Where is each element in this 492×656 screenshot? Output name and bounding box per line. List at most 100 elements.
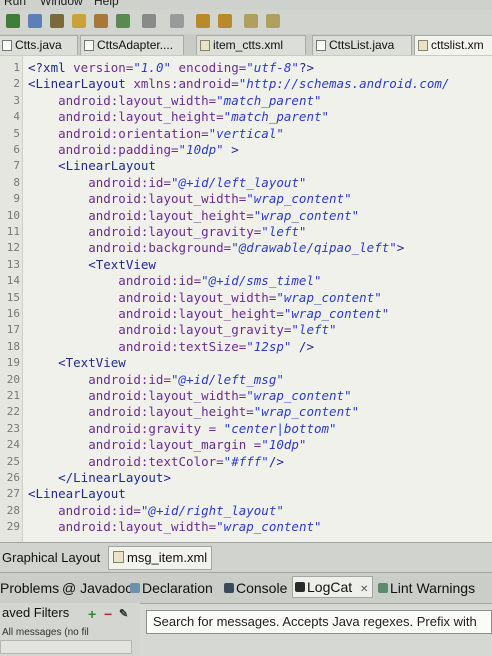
code-token: android:layout_gravity= — [28, 224, 262, 239]
tab-ctts-java[interactable]: Ctts.java — [0, 35, 78, 55]
code-token: "wrap_content" — [253, 207, 360, 223]
open-type-icon[interactable] — [94, 14, 108, 28]
prev-annotation-icon[interactable] — [218, 14, 232, 28]
code-token: "wrap_content" — [253, 404, 360, 420]
code-text: <LinearLayout xmlns:android="http://sche… — [28, 76, 449, 92]
code-token: > — [223, 142, 239, 157]
code-token: "left" — [261, 224, 307, 239]
code-text: <LinearLayout — [28, 158, 156, 174]
code-token: android:layout_height= — [28, 306, 284, 321]
debug-icon[interactable] — [28, 14, 42, 28]
edit-filter-icon[interactable]: ✎ — [119, 607, 128, 621]
filter-item-all-messages[interactable]: All messages (no fil — [2, 627, 89, 638]
code-token: "10dp" — [178, 142, 224, 157]
code-token: xmlns:android= — [133, 76, 239, 92]
remove-filter-icon[interactable]: − — [104, 607, 112, 621]
tab-item-ctts-xml[interactable]: item_ctts.xml — [196, 35, 306, 55]
external-tools-icon[interactable] — [50, 14, 64, 28]
code-token: android:layout_height= — [28, 207, 254, 223]
tab-console[interactable]: Console — [222, 578, 287, 598]
tab-lint-warnings[interactable]: Lint Warnings — [376, 578, 475, 598]
code-token: "@+id/left_msg" — [171, 371, 284, 387]
add-filter-icon[interactable]: + — [88, 607, 96, 621]
menu-run[interactable]: Run — [4, 0, 26, 8]
code-text: android:gravity = "center|bottom" — [28, 421, 336, 437]
code-token: "match_parent" — [216, 92, 322, 108]
lint-icon — [378, 583, 388, 593]
search-icon[interactable] — [142, 14, 156, 28]
tab-javadoc[interactable]: @ Javadoc — [48, 578, 132, 598]
code-token: "10dp" — [261, 437, 307, 453]
code-text: android:id="@+id/sms_timel" — [28, 273, 322, 289]
code-token: android:layout_width= — [28, 289, 277, 305]
xml-file-icon — [418, 40, 428, 51]
code-token: "@+id/sms_timel" — [201, 273, 322, 289]
next-annotation-icon[interactable] — [196, 14, 210, 28]
line-number: 20 — [6, 372, 20, 386]
code-text: android:orientation="vertical" — [28, 126, 284, 142]
code-text: <?xml version="1.0" encoding="utf-8"?> — [28, 60, 314, 76]
line-number: 4 — [13, 110, 20, 124]
menu-window[interactable]: Window — [40, 0, 83, 8]
code-text: android:layout_height="wrap_content" — [28, 306, 389, 322]
code-token: android:layout_margin = — [28, 437, 262, 453]
code-token: "wrap_content" — [246, 191, 352, 207]
code-text: android:layout_width="match_parent" — [28, 92, 322, 109]
code-editor[interactable]: 1 <?xml version="1.0" encoding="utf-8"?> 2… — [0, 56, 492, 542]
java-file-icon — [2, 40, 12, 51]
line-number: 12 — [6, 241, 20, 255]
code-token: "@drawable/qipao_left" — [231, 240, 397, 256]
close-icon[interactable]: ✕ — [360, 584, 368, 595]
code-token: <LinearLayout — [28, 76, 134, 92]
pin-icon[interactable] — [170, 14, 184, 28]
code-token: android:textSize= — [28, 338, 247, 354]
line-number: 25 — [6, 454, 20, 468]
tab-logcat[interactable]: LogCat ✕ — [292, 576, 374, 598]
code-token: android:layout_height= — [28, 109, 224, 125]
code-token: android:layout_width= — [28, 92, 217, 108]
tab-xml-source[interactable]: msg_item.xml — [108, 546, 213, 570]
tab-cttslist-java[interactable]: CttsList.java — [312, 35, 412, 55]
code-token: "12sp" — [246, 338, 292, 354]
open-folder-icon[interactable] — [72, 14, 86, 28]
line-number: 17 — [6, 323, 20, 337]
forward-icon[interactable] — [266, 14, 280, 28]
code-token: android:layout_height= — [28, 404, 254, 420]
back-icon[interactable] — [244, 14, 258, 28]
tab-cttsadapter-java[interactable]: CttsAdapter.... — [80, 35, 184, 55]
code-text: <TextView — [28, 355, 126, 371]
code-text: android:layout_height="match_parent" — [28, 109, 329, 125]
tab-graphical-layout[interactable]: Graphical Layout — [2, 547, 100, 569]
logcat-search-input[interactable]: Search for messages. Accepts Java regexe… — [146, 610, 492, 634]
code-token: android:id= — [28, 273, 202, 289]
code-text: android:layout_width="wrap_content" — [28, 191, 352, 207]
code-text: android:layout_gravity="left" — [28, 322, 336, 338]
line-number: 15 — [6, 290, 20, 304]
line-number: 18 — [6, 339, 20, 353]
tab-declaration[interactable]: Declaration — [128, 578, 213, 598]
java-file-icon — [316, 40, 326, 51]
new-package-icon[interactable] — [116, 14, 130, 28]
line-number: 23 — [6, 421, 20, 435]
line-number: 24 — [6, 438, 20, 452]
tab-cttslist-xml[interactable]: cttslist.xm — [414, 35, 492, 55]
code-text: <TextView — [28, 257, 156, 273]
filters-horizontal-scrollbar[interactable] — [0, 640, 132, 654]
code-text: android:layout_height="wrap_content" — [28, 208, 359, 224]
code-token: <LinearLayout — [28, 486, 126, 502]
code-token: /> — [291, 338, 314, 354]
view-tab-bar: Problems @ Javadoc Declaration Console L… — [0, 572, 492, 604]
toolbar — [0, 10, 492, 35]
code-text: android:layout_gravity="left" — [28, 224, 306, 240]
menu-help[interactable]: Help — [94, 0, 119, 8]
code-text: android:id="@+id/right_layout" — [28, 503, 284, 519]
code-text: android:id="@+id/left_layout" — [28, 175, 306, 191]
code-token: version= — [73, 60, 134, 75]
code-text: android:padding="10dp" > — [28, 142, 239, 158]
menu-bar: Run Window Help — [0, 0, 492, 10]
logcat-icon — [295, 582, 305, 592]
code-token: android:layout_width= — [28, 191, 247, 207]
code-token: "wrap_content" — [216, 519, 322, 535]
run-icon[interactable] — [6, 14, 20, 28]
line-number: 13 — [6, 257, 20, 271]
